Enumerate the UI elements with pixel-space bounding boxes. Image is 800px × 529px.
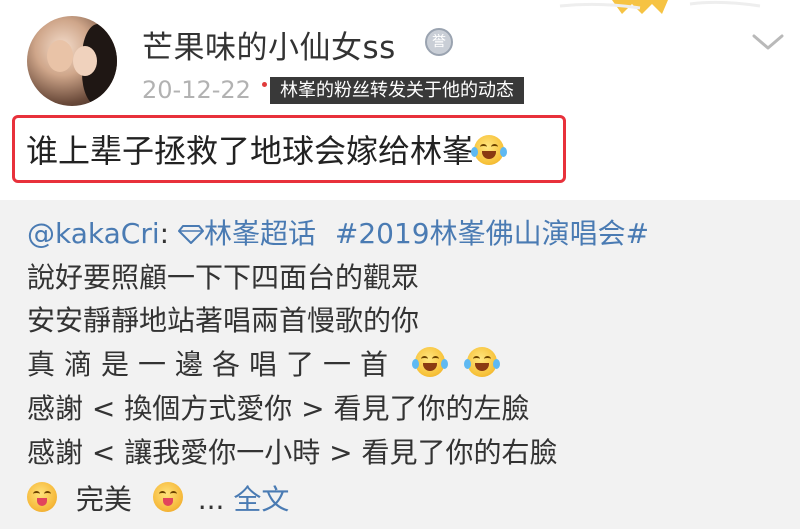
avatar[interactable] bbox=[27, 16, 117, 106]
repost-author-link[interactable]: @kakaCri bbox=[27, 217, 160, 250]
repost-line: 真滴是一邊各唱了一首 bbox=[27, 343, 500, 383]
ellipsis: ... bbox=[197, 483, 225, 516]
medal-badge-icon: 誉 bbox=[425, 28, 453, 56]
repost-line: 感謝 < 換個方式愛你 > 看見了你的左臉 bbox=[27, 392, 530, 425]
diamond-topic-icon bbox=[177, 225, 204, 244]
repost-colon: : bbox=[159, 217, 170, 250]
red-dot-marker bbox=[262, 82, 267, 87]
yum-emoji-icon bbox=[27, 482, 57, 512]
post-timestamp: 20-12-22 bbox=[142, 76, 251, 104]
caption-overlay: 林峯的粉丝转发关于他的动态 bbox=[270, 77, 524, 104]
yum-emoji-icon bbox=[152, 482, 183, 512]
laugh-cry-emoji-icon bbox=[471, 135, 508, 165]
username[interactable]: 芒果味的小仙女ss bbox=[142, 22, 396, 67]
laugh-cry-emoji-icon bbox=[463, 347, 500, 377]
hashtag-link[interactable]: #2019林峯佛山演唱会# bbox=[335, 217, 649, 250]
laugh-cry-emoji-icon bbox=[411, 347, 448, 377]
repost-last-line: 完美 ... 全文 bbox=[27, 478, 289, 518]
repost-header: @kakaCri: 林峯超话 #2019林峯佛山演唱会# bbox=[27, 212, 649, 252]
post-text-content: 谁上辈子拯救了地球会嫁给林峯 bbox=[26, 132, 475, 170]
repost-line: 安安靜靜地站著唱兩首慢歌的你 bbox=[27, 304, 420, 337]
repost-line: 感謝 < 讓我愛你一小時 > 看見了你的右臉 bbox=[27, 436, 558, 469]
repost-last-word: 完美 bbox=[75, 483, 132, 516]
repost-line: 說好要照顧一下下四面台的觀眾 bbox=[27, 261, 420, 294]
topic-link[interactable]: 林峯超话 bbox=[204, 217, 316, 250]
full-text-link[interactable]: 全文 bbox=[233, 483, 289, 516]
crown-decoration bbox=[559, 0, 761, 14]
post-text: 谁上辈子拯救了地球会嫁给林峯 bbox=[26, 126, 508, 172]
repost-line-text: 真滴是一邊各唱了一首 bbox=[27, 348, 398, 381]
chevron-down-icon[interactable] bbox=[750, 30, 786, 54]
